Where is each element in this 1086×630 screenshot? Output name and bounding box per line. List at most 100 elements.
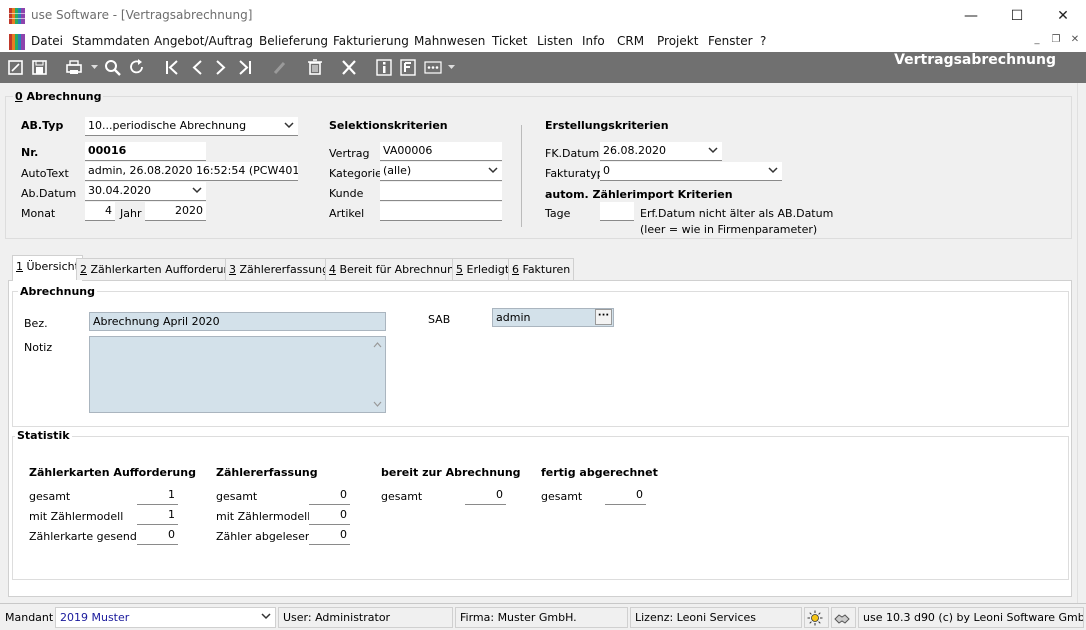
stat-col4-row1-value: 0 [605,486,646,505]
abdatum-field[interactable]: 30.04.2020 [85,182,206,201]
cancel-icon[interactable] [339,58,359,77]
new-record-icon[interactable] [6,58,26,77]
save-icon[interactable] [30,58,50,77]
artikel-label: Artikel [329,207,365,220]
vertrag-field[interactable]: VA00006 [380,142,502,161]
menu-bar: Datei Stammdaten Angebot/Auftrag Beliefe… [0,31,1086,52]
last-record-icon[interactable] [235,58,255,77]
stat-col1-row2-label: mit Zählermodell [29,510,124,523]
mdi-restore-button[interactable]: ❐ [1048,34,1064,49]
maximize-button[interactable]: ☐ [994,0,1040,31]
app-menu-icon[interactable] [9,34,25,50]
menu-projekt[interactable]: Projekt [657,34,698,48]
bez-label: Bez. [24,317,48,330]
status-handshake-icon[interactable] [831,607,856,628]
zaehlerimport-title: autom. Zählerimport Kriterien [545,188,733,201]
bez-field[interactable]: Abrechnung April 2020 [89,312,386,331]
monat-label: Monat [21,207,56,220]
mandant-select[interactable]: 2019 Muster [55,607,276,628]
erf-hint-line1: Erf.Datum nicht älter als AB.Datum [640,207,834,220]
info-icon[interactable] [374,58,394,77]
refresh-icon[interactable] [127,58,147,77]
kategorie-select[interactable]: (alle) [380,162,502,181]
notiz-textarea[interactable] [89,336,386,413]
jahr-field[interactable]: 2020 [145,202,206,221]
section-divider [521,125,522,227]
menu-mahnwesen[interactable]: Mahnwesen [414,34,485,48]
search-icon[interactable] [103,58,123,77]
mandant-label: Mandant [5,611,54,624]
menu-help[interactable]: ? [760,34,766,48]
stat-col1-row3-label: Zählerkarte gesendet [29,530,148,543]
stat-col2-row3-label: Zähler abgelesen [216,530,312,543]
kategorie-label: Kategorie [329,167,382,180]
tab-bereit-fuer-abrechnung[interactable]: 4 Bereit für Abrechnung [325,258,466,280]
next-record-icon[interactable] [211,58,231,77]
stat-col3-row1-value: 0 [465,486,506,505]
autotext-field[interactable]: admin, 26.08.2020 16:52:54 (PCW401) [85,162,298,181]
stat-col3-title: bereit zur Abrechnung [381,466,521,479]
stat-col3-row1-label: gesamt [381,490,423,503]
menu-fenster[interactable]: Fenster [708,34,753,48]
right-scrollbar[interactable] [1077,83,1086,603]
status-user: User: Administrator [278,607,453,628]
sab-label: SAB [428,313,451,326]
chevron-down-icon [284,122,294,129]
chevron-down-icon [768,167,778,174]
menu-ticket[interactable]: Ticket [492,34,528,48]
tab-zaehlererfassung[interactable]: 3 Zählererfassung [225,258,334,280]
statistik-title: Statistik [15,429,72,442]
kunde-field[interactable] [380,182,502,201]
title-bar: use Software - [Vertragsabrechnung] — ☐ … [0,0,1086,31]
menu-crm[interactable]: CRM [617,34,644,48]
menu-angebot-auftrag[interactable]: Angebot/Auftrag [154,34,253,48]
scroll-up-icon[interactable] [373,341,382,348]
chevron-down-icon [488,167,498,174]
fakturatyp-select[interactable]: 0 [600,162,782,181]
fkdatum-field[interactable]: 26.08.2020 [600,142,722,161]
tab-fakturen[interactable]: 6 Fakturen [508,258,575,280]
menu-belieferung[interactable]: Belieferung [259,34,328,48]
status-sun-icon[interactable] [804,607,829,628]
edit-disabled-icon [270,58,290,77]
erstellung-title: Erstellungskriterien [545,119,669,132]
mdi-close-button[interactable]: ✕ [1067,34,1083,49]
stat-col1-row2-value: 1 [137,506,178,525]
previous-record-icon[interactable] [187,58,207,77]
sab-lookup-button[interactable]: ··· [595,309,612,325]
menu-info[interactable]: Info [582,34,605,48]
status-lizenz: Lizenz: Leoni Services [630,607,802,628]
nr-field[interactable]: 00016 [85,142,206,161]
menu-listen[interactable]: Listen [537,34,573,48]
more-dropdown-icon[interactable] [448,64,455,70]
monat-field[interactable]: 4 [85,202,115,221]
stat-col2-row1-label: gesamt [216,490,258,503]
selektion-title: Selektionskriterien [329,119,448,132]
stat-col2-row2-value: 0 [309,506,350,525]
notiz-label: Notiz [24,341,53,354]
delete-icon[interactable] [305,58,325,77]
mdi-minimize-button[interactable]: _ [1029,34,1045,49]
form-icon[interactable] [398,58,418,77]
more-icon[interactable] [423,58,443,77]
print-dropdown-icon[interactable] [91,64,98,70]
first-record-icon[interactable] [162,58,182,77]
menu-datei[interactable]: Datei [31,34,63,48]
tab-zaehlerkarten-aufforderung[interactable]: 2 Zählerkarten Aufforderung [76,258,242,280]
erf-hint-line2: (leer = wie in Firmenparameter) [640,223,818,236]
scroll-down-icon[interactable] [373,401,382,408]
print-icon[interactable] [64,58,84,77]
minimize-button[interactable]: — [948,0,994,31]
module-title: Vertragsabrechnung [894,52,1056,68]
close-button[interactable]: ✕ [1040,0,1086,31]
tab-erledigt[interactable]: 5 Erledigt [452,258,514,280]
stat-col2-row1-value: 0 [309,486,350,505]
tab-uebersicht[interactable]: 1 Übersicht [12,255,83,281]
tage-field[interactable] [600,202,634,221]
menu-fakturierung[interactable]: Fakturierung [333,34,409,48]
menu-stammdaten[interactable]: Stammdaten [72,34,150,48]
artikel-field[interactable] [380,202,502,221]
abtyp-select[interactable]: 10...periodische Abrechnung [85,117,298,136]
stat-col4-title: fertig abgerechnet [541,466,658,479]
jahr-label: Jahr [120,207,142,220]
